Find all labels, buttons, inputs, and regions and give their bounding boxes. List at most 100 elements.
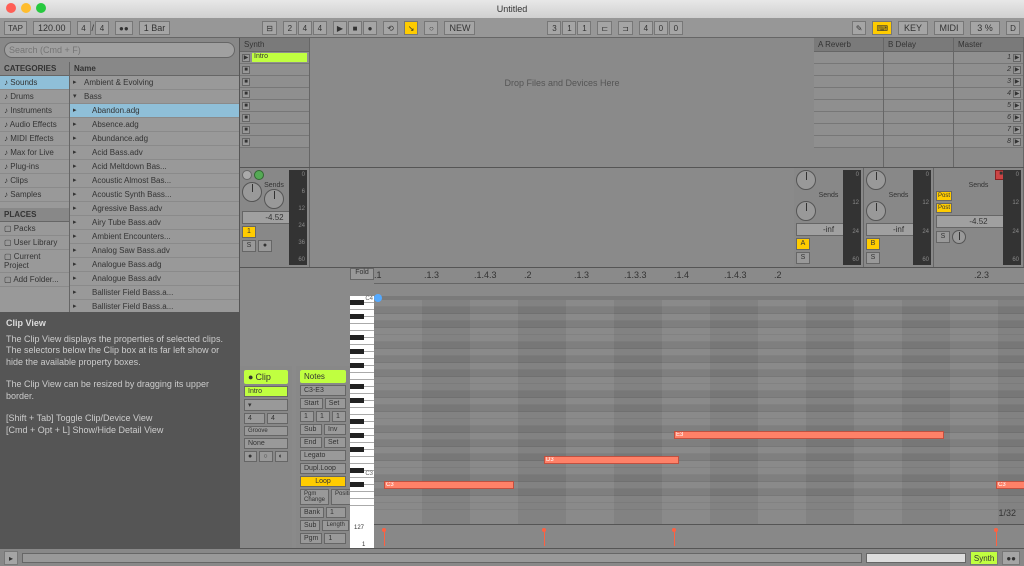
pan-knob[interactable] [866, 170, 886, 190]
category-item[interactable]: ♪ MIDI Effects [0, 132, 69, 146]
sig-numerator[interactable]: 4 [77, 21, 91, 35]
scene-play-button[interactable]: ▶ [1013, 54, 1021, 62]
scene-play-button[interactable]: ▶ [1013, 126, 1021, 134]
place-item[interactable]: ▢ Packs [0, 222, 69, 236]
loop-len-beat[interactable]: 0 [654, 21, 668, 35]
show-env[interactable]: ○ [259, 451, 272, 462]
piano-key[interactable] [350, 338, 374, 345]
pgm-select[interactable]: Pgm [300, 533, 322, 544]
track-header[interactable]: Master [954, 38, 1023, 52]
key-map-button[interactable]: KEY [898, 21, 928, 35]
send-b-knob[interactable] [264, 189, 284, 209]
clip-slot[interactable]: ▶ Intro [240, 52, 309, 64]
place-item[interactable]: ▢ User Library [0, 236, 69, 250]
piano-key[interactable] [350, 408, 374, 415]
file-item[interactable]: Analog Saw Bass.adv [70, 244, 239, 258]
solo-cue[interactable] [254, 170, 264, 180]
close-icon[interactable] [6, 3, 16, 13]
category-item[interactable]: ♪ Instruments [0, 104, 69, 118]
sig-den[interactable]: 4 [267, 413, 288, 424]
scene-slot[interactable]: 2▶ [954, 64, 1023, 76]
file-item[interactable]: Absence.adg [70, 118, 239, 132]
sig-denominator[interactable]: 4 [95, 21, 109, 35]
category-item[interactable]: ♪ Audio Effects [0, 118, 69, 132]
velocity-marker[interactable] [674, 530, 675, 546]
midi-note[interactable]: C3 [384, 481, 514, 489]
velocity-marker[interactable] [996, 530, 997, 546]
play-button[interactable]: ▶ [333, 21, 347, 35]
tempo-field[interactable]: 120.00 [33, 21, 71, 35]
set-button[interactable]: Set [324, 437, 346, 448]
clip-stop-button[interactable]: ■ [242, 66, 250, 74]
record-button[interactable]: ● [363, 21, 377, 35]
velocity-marker[interactable] [384, 530, 385, 546]
clip-play-button[interactable]: ▶ [242, 54, 250, 62]
file-item[interactable]: Analogue Bass.adg [70, 258, 239, 272]
scene-slot[interactable]: 6▶ [954, 112, 1023, 124]
pos-sixteenth[interactable]: 4 [313, 21, 327, 35]
clip-stop-button[interactable]: ■ [242, 78, 250, 86]
clip-stop-button[interactable]: ■ [242, 114, 250, 122]
solo-button[interactable]: S [866, 252, 880, 264]
post-button[interactable]: Post [936, 203, 952, 213]
loop-start-bar[interactable]: 3 [547, 21, 561, 35]
loop-start-16th[interactable]: 1 [577, 21, 591, 35]
clip-color[interactable]: ▾ [244, 399, 288, 411]
detail-toggle[interactable]: ▸ [4, 551, 18, 565]
keyboard-button[interactable]: ⌨ [872, 21, 892, 35]
tap-button[interactable]: TAP [4, 21, 27, 35]
minimize-icon[interactable] [21, 3, 31, 13]
midi-map-button[interactable]: MIDI [934, 21, 964, 35]
piano-key[interactable] [350, 450, 374, 457]
piano-key[interactable] [350, 422, 374, 429]
piano-key[interactable] [350, 352, 374, 359]
set-button[interactable]: Set [325, 398, 346, 409]
scene-play-button[interactable]: ▶ [1013, 90, 1021, 98]
file-item[interactable]: Ambient & Evolving [70, 76, 239, 90]
track-number-button[interactable]: 1 [242, 226, 256, 238]
velocity-marker[interactable] [544, 530, 545, 546]
file-item[interactable]: Analogue Bass.adv [70, 272, 239, 286]
quantize-menu[interactable]: 1 Bar [139, 21, 171, 35]
automation-arm-button[interactable]: ↘ [404, 21, 419, 35]
category-item[interactable]: ♪ Max for Live [0, 146, 69, 160]
stop-button[interactable]: ■ [348, 21, 362, 35]
file-item[interactable]: Acid Bass.adv [70, 146, 239, 160]
category-item[interactable]: ♪ Sounds [0, 76, 69, 90]
track-header[interactable]: Synth [240, 38, 309, 52]
loop-start-beat[interactable]: 1 [562, 21, 576, 35]
clip-slot[interactable]: ■ [240, 124, 309, 136]
scene-slot[interactable]: 7▶ [954, 124, 1023, 136]
category-item[interactable]: ♪ Plug-ins [0, 160, 69, 174]
scene-slot[interactable]: 5▶ [954, 100, 1023, 112]
file-item[interactable]: Ballister Field Bass.a... [70, 300, 239, 312]
sig-num[interactable]: 4 [244, 413, 265, 424]
bank-select[interactable]: Bank [300, 507, 324, 518]
clip-slot[interactable]: ■ [240, 112, 309, 124]
clip-stop-button[interactable]: ■ [242, 90, 250, 98]
file-item[interactable]: Abandon.adg [70, 104, 239, 118]
file-item[interactable]: Acoustic Almost Bas... [70, 174, 239, 188]
note-grid[interactable]: E3D3D3E3C3C3 [374, 296, 1024, 524]
piano-keys[interactable]: C4 C3 [350, 296, 374, 548]
piano-key[interactable] [350, 317, 374, 324]
scene-slot[interactable]: 3▶ [954, 76, 1023, 88]
solo-button[interactable]: S [796, 252, 810, 264]
place-item[interactable]: ▢ Add Folder... [0, 273, 69, 287]
session-record-button[interactable]: ○ [424, 21, 438, 35]
clip[interactable]: Intro [252, 53, 307, 62]
piano-key[interactable] [350, 499, 374, 506]
pos-bar[interactable]: 2 [283, 21, 297, 35]
track-activator[interactable] [242, 170, 252, 180]
drop-area[interactable]: Drop Files and Devices Here [310, 38, 814, 167]
scene-play-button[interactable]: ▶ [1013, 78, 1021, 86]
scrollbar[interactable] [22, 553, 862, 563]
track-button-a[interactable]: A [796, 238, 810, 250]
device-name[interactable]: Synth [970, 551, 998, 565]
file-item[interactable]: Acoustic Synth Bass... [70, 188, 239, 202]
piano-key[interactable] [350, 324, 374, 331]
scene-slot[interactable]: 4▶ [954, 88, 1023, 100]
file-item[interactable]: Bass [70, 90, 239, 104]
follow-button[interactable]: ⊟ [262, 21, 277, 35]
sub-select[interactable]: Sub [300, 520, 320, 531]
